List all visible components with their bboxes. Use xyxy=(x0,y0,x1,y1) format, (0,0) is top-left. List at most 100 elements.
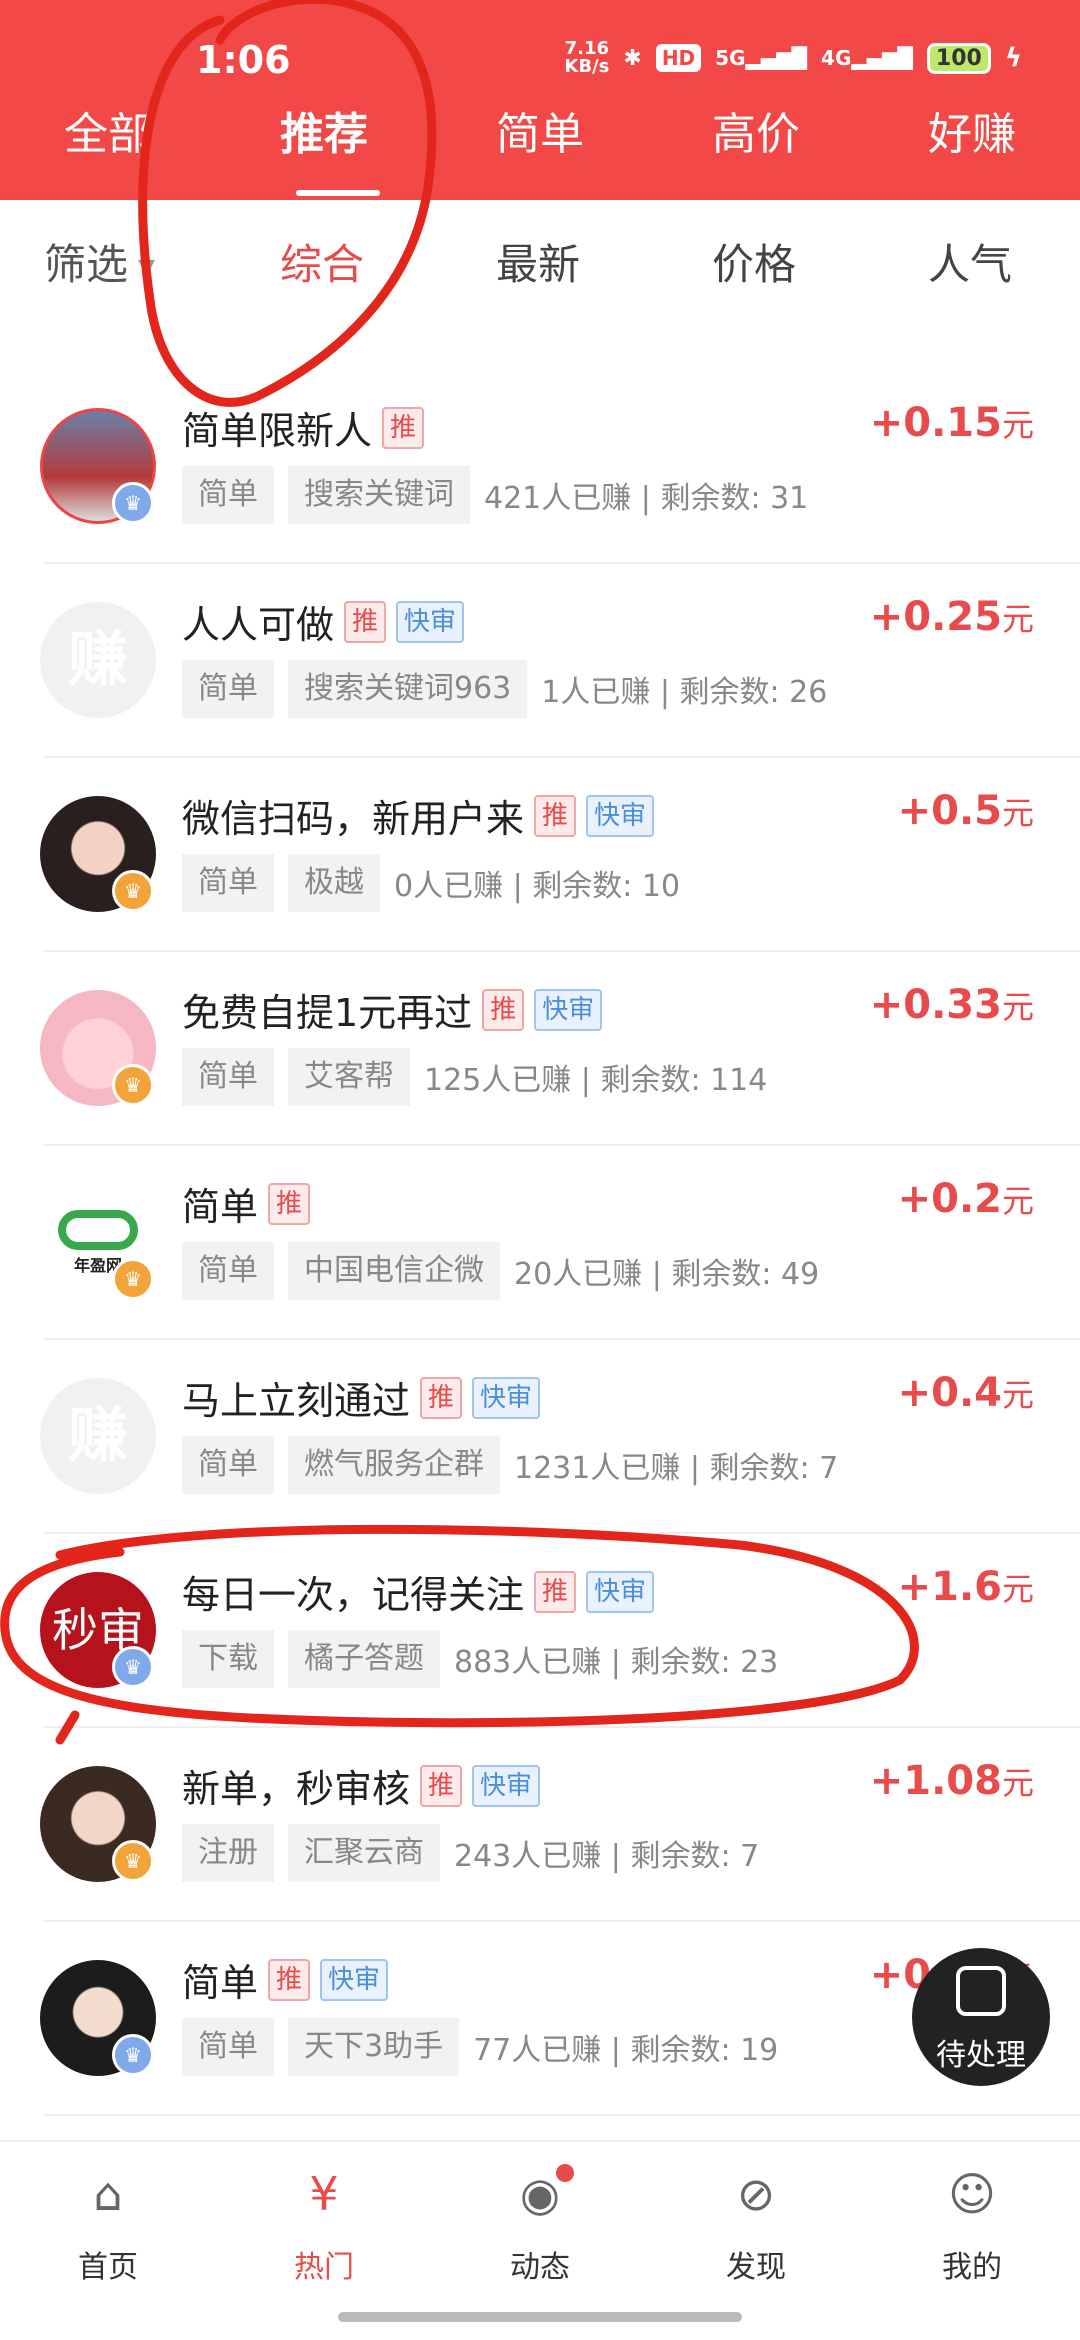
hd-voice-icon: HD xyxy=(655,44,702,72)
bluetooth-icon: ✱ xyxy=(623,45,642,71)
compass-icon: ⊘ xyxy=(736,2167,776,2221)
tab-feed[interactable]: ◉ 动态 xyxy=(432,2142,648,2302)
task-type-chip: 下载 xyxy=(182,1630,274,1688)
task-row[interactable]: ♛ 微信扫码，新用户来推快审 +0.5元 简单 极越 0人已赚 | 剩余数: 10 xyxy=(0,758,1080,952)
tag-fast-review: 快审 xyxy=(586,794,655,837)
task-app-chip: 搜索关键词 xyxy=(288,466,470,524)
tag-fast-review: 快审 xyxy=(396,600,465,643)
tab-easy-earn[interactable]: 好赚 xyxy=(864,100,1080,170)
task-type-chip: 简单 xyxy=(182,2018,274,2076)
task-stats: 883人已赚 | 剩余数: 23 xyxy=(454,1645,779,1680)
task-reward: +0.2元 xyxy=(897,1176,1034,1222)
task-stats: 1231人已赚 | 剩余数: 7 xyxy=(514,1451,839,1486)
task-stats: 243人已赚 | 剩余数: 7 xyxy=(454,1839,760,1874)
tab-mine[interactable]: ☺ 我的 xyxy=(864,2142,1080,2302)
task-row[interactable]: ♛ 新单，秒审核推快审 +1.08元 注册 汇聚云商 243人已赚 | 剩余数: 7 xyxy=(0,1728,1080,1922)
task-row[interactable]: ♛ 免费自提1元再过推快审 +0.33元 简单 艾客帮 125人已赚 | 剩余数: … xyxy=(0,952,1080,1146)
task-row[interactable]: 年盈网 ♛ 简单推 +0.2元 简单 中国电信企微 20人已赚 | 剩余数: 49 xyxy=(0,1146,1080,1340)
task-title: 免费自提1元再过 xyxy=(182,991,473,1035)
crown-badge-icon: ♛ xyxy=(112,1646,154,1688)
signal-5g-icon: 5G▂▄▆█ xyxy=(715,46,808,70)
tag-recommend: 推 xyxy=(268,1182,311,1225)
task-app-chip: 搜索关键词963 xyxy=(288,660,528,718)
task-type-chip: 简单 xyxy=(182,466,274,524)
task-stats: 0人已赚 | 剩余数: 10 xyxy=(394,869,681,904)
tab-discover[interactable]: ⊘ 发现 xyxy=(648,2142,864,2302)
tag-recommend: 推 xyxy=(420,1764,463,1807)
header-bar: 1:06 7.16 KB/s ✱ HD 5G▂▄▆█ 4G▂▄▆█ 100 ϟ 全… xyxy=(0,0,1080,200)
sort-price[interactable]: 价格 xyxy=(712,230,796,300)
infinity-logo-icon xyxy=(58,1210,138,1250)
tag-recommend: 推 xyxy=(268,1958,311,2001)
tag-recommend: 推 xyxy=(534,1570,577,1613)
tag-recommend: 推 xyxy=(482,988,525,1031)
crown-badge-icon: ♛ xyxy=(112,870,154,912)
task-type-chip: 简单 xyxy=(182,854,274,912)
task-reward: +1.08元 xyxy=(869,1758,1034,1804)
task-row[interactable]: 赚 马上立刻通过推快审 +0.4元 简单 燃气服务企群 1231人已赚 | 剩余数:… xyxy=(0,1340,1080,1534)
tab-home[interactable]: ⌂ 首页 xyxy=(0,2142,216,2302)
task-title: 新单，秒审核 xyxy=(182,1767,411,1811)
sort-popularity[interactable]: 人气 xyxy=(928,230,1012,300)
task-reward: +1.6元 xyxy=(897,1564,1034,1610)
task-row[interactable]: 赚 人人可做推快审 +0.25元 简单 搜索关键词963 1人已赚 | 剩余数: 2… xyxy=(0,564,1080,758)
sort-comprehensive[interactable]: 综合 xyxy=(280,230,364,300)
crown-badge-icon: ♛ xyxy=(112,1258,154,1300)
task-reward: +0.25元 xyxy=(869,594,1034,640)
crown-badge-icon: ♛ xyxy=(112,2034,154,2076)
task-type-chip: 简单 xyxy=(182,1242,274,1300)
profile-icon: ☺ xyxy=(948,2167,996,2221)
tab-all[interactable]: 全部 xyxy=(0,100,216,170)
task-app-chip: 中国电信企微 xyxy=(288,1242,500,1300)
category-tabs: 全部 推荐 简单 高价 好赚 xyxy=(0,100,1080,196)
filter-button[interactable]: 筛选 ▼ xyxy=(44,230,155,303)
task-stats: 77人已赚 | 剩余数: 19 xyxy=(473,2033,779,2068)
task-title: 简单限新人 xyxy=(182,409,373,453)
tag-recommend: 推 xyxy=(534,794,577,837)
task-row[interactable]: 秒审 ♛ 每日一次，记得关注推快审 +1.6元 下载 橘子答题 883人已赚 | 剩… xyxy=(0,1534,1080,1728)
task-type-chip: 简单 xyxy=(182,1048,274,1106)
crown-badge-icon: ♛ xyxy=(112,1064,154,1106)
signal-4g-icon: 4G▂▄▆█ xyxy=(821,46,913,70)
status-bar: 1:06 7.16 KB/s ✱ HD 5G▂▄▆█ 4G▂▄▆█ 100 ϟ xyxy=(0,38,1080,88)
sort-latest[interactable]: 最新 xyxy=(496,230,580,300)
task-reward: +0.15元 xyxy=(869,400,1034,446)
avatar: 赚 xyxy=(40,602,156,718)
pending-label: 待处理 xyxy=(936,2038,1026,2073)
notification-dot xyxy=(556,2164,574,2182)
ticket-yen-icon: ¥ xyxy=(309,2167,339,2221)
task-reward: +0.4元 xyxy=(897,1370,1034,1416)
task-title: 马上立刻通过 xyxy=(182,1379,411,1423)
dropdown-triangle-icon: ▼ xyxy=(138,254,155,280)
task-title: 每日一次，记得关注 xyxy=(182,1573,525,1617)
task-row[interactable]: ♛ 简单限新人推 +0.15元 简单 搜索关键词 421人已赚 | 剩余数: 31 xyxy=(0,370,1080,564)
task-app-chip: 极越 xyxy=(288,854,380,912)
battery-icon: 100 xyxy=(926,42,991,74)
tag-fast-review: 快审 xyxy=(320,1958,389,2001)
task-app-chip: 燃气服务企群 xyxy=(288,1436,500,1494)
bottom-tab-bar: ⌂ 首页 ¥ 热门 ◉ 动态 ⊘ 发现 ☺ 我的 xyxy=(0,2140,1080,2300)
task-title: 简单 xyxy=(182,1185,259,1229)
task-app-chip: 天下3助手 xyxy=(288,2018,460,2076)
charging-icon: ϟ xyxy=(1004,43,1022,73)
task-app-chip: 汇聚云商 xyxy=(288,1824,440,1882)
task-reward: +0.5元 xyxy=(897,788,1034,834)
status-time: 1:06 xyxy=(196,38,291,82)
tag-fast-review: 快审 xyxy=(472,1376,541,1419)
tab-hot[interactable]: ¥ 热门 xyxy=(216,2142,432,2302)
tab-recommended[interactable]: 推荐 xyxy=(216,100,432,196)
task-stats: 421人已赚 | 剩余数: 31 xyxy=(484,481,809,516)
pending-fab-button[interactable]: 待处理 xyxy=(912,1948,1050,2086)
home-indicator[interactable] xyxy=(338,2312,742,2322)
tab-high-price[interactable]: 高价 xyxy=(648,100,864,170)
task-stats: 1人已赚 | 剩余数: 26 xyxy=(541,675,828,710)
task-app-chip: 橘子答题 xyxy=(288,1630,440,1688)
crown-badge-icon: ♛ xyxy=(112,482,154,524)
task-type-chip: 简单 xyxy=(182,1436,274,1494)
pending-clock-icon xyxy=(956,1966,1006,2016)
home-icon: ⌂ xyxy=(93,2167,123,2221)
avatar: 赚 xyxy=(40,1378,156,1494)
network-speed: 7.16 KB/s xyxy=(564,38,610,77)
tab-simple[interactable]: 简单 xyxy=(432,100,648,170)
sort-filter-bar: 筛选 ▼ 综合 最新 价格 人气 xyxy=(0,230,1080,300)
